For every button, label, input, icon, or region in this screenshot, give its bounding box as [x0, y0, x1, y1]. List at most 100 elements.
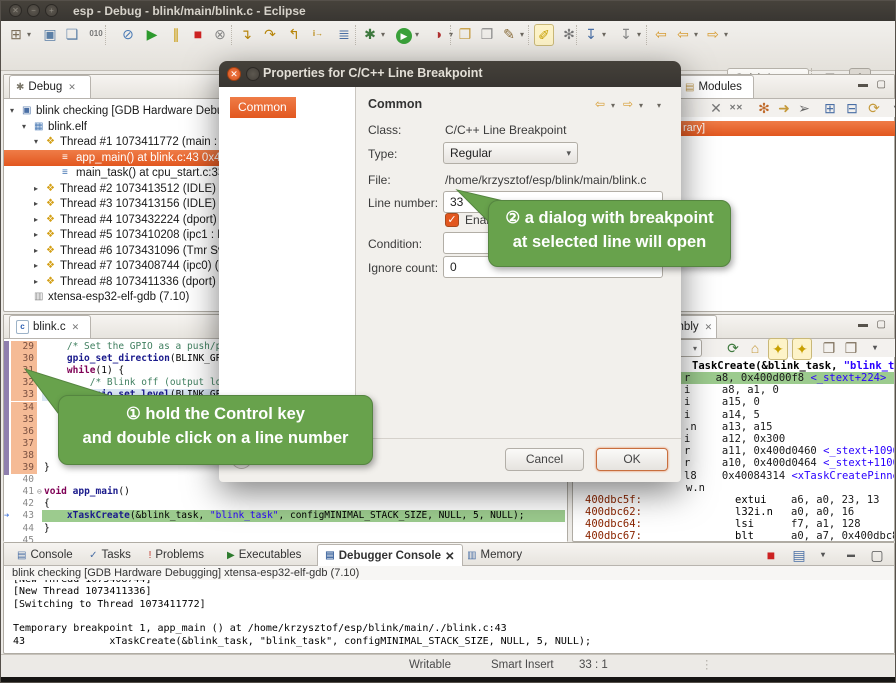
line-number[interactable]: 43	[11, 510, 37, 522]
back-icon[interactable]: ⇦	[595, 97, 605, 111]
line-number[interactable]: 30	[11, 353, 37, 365]
sidebar-item-common[interactable]: Common	[230, 97, 296, 118]
forward-icon[interactable]: ⇨	[623, 97, 633, 111]
goto-address-icon[interactable]: ➜	[775, 98, 793, 118]
close-icon[interactable]: ✕	[68, 82, 76, 93]
binary-icon[interactable]: 010	[87, 24, 105, 44]
maximize-icon[interactable]: ▢	[877, 79, 886, 90]
enabled-checkbox[interactable]: ✓	[445, 213, 459, 227]
chevron-down-icon[interactable]: ▾	[520, 30, 524, 39]
debug-tree-row[interactable]: ▾❖Thread #1 1073411772 (main : Runn	[4, 134, 228, 150]
debug-tree-row[interactable]: ▸❖Thread #5 1073410208 (ipc1 : Runni	[4, 227, 228, 243]
chevron-down-icon[interactable]: ▾	[602, 30, 606, 39]
console-output[interactable]: [New Thread 1073408744][New Thread 10734…	[5, 580, 894, 653]
line-number[interactable]: 35	[11, 414, 37, 426]
debug-tree-row[interactable]: ▸❖Thread #6 1073431096 (Tmr Svc) (S	[4, 243, 228, 259]
tab-problems[interactable]: !Problems	[142, 544, 211, 566]
step-over-icon[interactable]: ↷	[261, 24, 279, 44]
expand-all-icon[interactable]: ⊞	[821, 98, 839, 118]
fetch-down-icon[interactable]: ↧	[582, 24, 600, 44]
debug-tree-row[interactable]: ▾▣blink checking [GDB Hardware Debug	[4, 103, 228, 119]
coverage-icon[interactable]: ◑	[429, 24, 447, 44]
type-dropdown[interactable]: Regular ▾	[443, 142, 578, 164]
chevron-down-icon[interactable]: ▾	[381, 30, 385, 39]
chevron-down-icon[interactable]: ▾	[639, 101, 643, 110]
remove-all-icon[interactable]: ✕✕	[727, 98, 745, 118]
chevron-down-icon[interactable]: ▾	[637, 30, 641, 39]
refresh-icon[interactable]: ⟳	[865, 98, 883, 118]
chevron-down-icon[interactable]: ▾	[694, 30, 698, 39]
back-icon[interactable]: ⇦	[674, 24, 692, 44]
tab-debug[interactable]: ✱ Debug ✕	[9, 75, 91, 98]
instruction-stepping-icon[interactable]: i→	[309, 24, 327, 44]
window-minimize-icon[interactable]: −	[27, 4, 40, 17]
collapse-all-icon[interactable]: ⊟	[843, 98, 861, 118]
tab-debugger-console[interactable]: ▤Debugger Console✕	[317, 544, 462, 566]
line-number[interactable]: 32	[11, 377, 37, 389]
select-pointer-icon[interactable]: ➢	[795, 98, 813, 118]
debug-tree-row[interactable]: ▥xtensa-esp32-elf-gdb (7.10)	[4, 289, 228, 305]
last-edit-location-icon[interactable]: ⇦	[652, 24, 670, 44]
line-number[interactable]: 38	[11, 450, 37, 462]
tab-modules[interactable]: ▤ Modules	[678, 75, 754, 98]
close-icon[interactable]: ✕	[72, 322, 80, 333]
debug-tree-row[interactable]: ▸❖Thread #2 1073413512 (IDLE) (Susp	[4, 181, 228, 197]
tree-expand-icon[interactable]: ▸	[34, 227, 38, 243]
line-number[interactable]: 40	[11, 474, 37, 486]
run-icon[interactable]: ▶	[395, 24, 413, 44]
remove-icon[interactable]: ✕	[707, 98, 725, 118]
line-number[interactable]: 42	[11, 498, 37, 510]
line-number[interactable]: 39	[11, 462, 37, 474]
save-all-icon[interactable]: ❏	[63, 24, 81, 44]
debug-tree-row[interactable]: ▸❖Thread #4 1073432224 (dport) (Sus	[4, 212, 228, 228]
debug-tree-row[interactable]: ▸❖Thread #3 1073413156 (IDLE) (Susp	[4, 196, 228, 212]
save-icon[interactable]: ▣	[41, 24, 59, 44]
settings-icon[interactable]: ✻	[755, 98, 773, 118]
tree-expand-icon[interactable]: ▸	[34, 196, 38, 212]
line-number[interactable]: 44	[11, 523, 37, 535]
tab-executables[interactable]: ▶Executables	[220, 544, 308, 566]
line-number[interactable]: 31	[11, 365, 37, 377]
import-folder-icon[interactable]: ❐	[478, 24, 496, 44]
view-menu-icon[interactable]: ▾	[887, 98, 896, 118]
terminate-icon[interactable]: ■	[189, 24, 207, 44]
fold-toggle-icon[interactable]: ⊖	[37, 486, 42, 498]
maximize-icon[interactable]: ▢	[868, 545, 886, 565]
pencil-icon[interactable]: ✎	[500, 24, 518, 44]
display-selected-console-icon[interactable]: ▤	[790, 545, 808, 565]
tab-console[interactable]: ▤Console	[10, 544, 80, 566]
debug-tree-row[interactable]: ▸❖Thread #8 1073411336 (dport) (Sus	[4, 274, 228, 290]
tab-blink-c[interactable]: c blink.c ✕	[9, 315, 91, 338]
debug-tree-row[interactable]: ≡main_task() at cpu_start.c:339 0x4	[4, 165, 228, 181]
tree-expand-icon[interactable]: ▾	[34, 134, 38, 150]
view-menu-icon[interactable]: ▾	[657, 101, 661, 110]
chevron-down-icon[interactable]: ▾	[415, 30, 419, 39]
window-maximize-icon[interactable]: +	[45, 4, 58, 17]
cancel-button[interactable]: Cancel	[505, 448, 584, 471]
step-filters-icon[interactable]: ≣	[335, 24, 353, 44]
window-close-icon[interactable]: ✕	[9, 4, 22, 17]
dialog-titlebar[interactable]: ✕ Properties for C/C++ Line Breakpoint	[219, 61, 681, 87]
line-number[interactable]: 33	[11, 389, 37, 401]
chevron-down-icon[interactable]: ▾	[724, 30, 728, 39]
debug-icon[interactable]: ✱	[361, 24, 379, 44]
tab-memory[interactable]: ▥Memory	[460, 544, 529, 566]
tree-expand-icon[interactable]: ▸	[34, 212, 38, 228]
close-icon[interactable]: ✕	[445, 549, 455, 563]
tree-expand-icon[interactable]: ▸	[34, 181, 38, 197]
disconnect-icon[interactable]: ⊗	[211, 24, 229, 44]
console-menu-icon[interactable]: ▾	[814, 545, 832, 565]
tab-tasks[interactable]: ✓Tasks	[82, 544, 138, 566]
tree-expand-icon[interactable]: ▸	[34, 274, 38, 290]
stack-frame-row[interactable]: ≡app_main() at blink.c:43 0x400db	[4, 150, 228, 166]
open-folder-icon[interactable]: ❐	[456, 24, 474, 44]
tree-expand-icon[interactable]: ▾	[10, 103, 14, 119]
minimize-icon[interactable]: ▬	[858, 79, 868, 90]
dialog-close-icon[interactable]: ✕	[227, 67, 241, 81]
resume-icon[interactable]: ▶	[143, 24, 161, 44]
highlighter-icon[interactable]: ✐	[534, 24, 554, 46]
chevron-down-icon[interactable]: ▾	[611, 101, 615, 110]
suspend-icon[interactable]: ∥	[167, 24, 185, 44]
tree-expand-icon[interactable]: ▸	[34, 258, 38, 274]
ok-button[interactable]: OK	[596, 448, 668, 471]
